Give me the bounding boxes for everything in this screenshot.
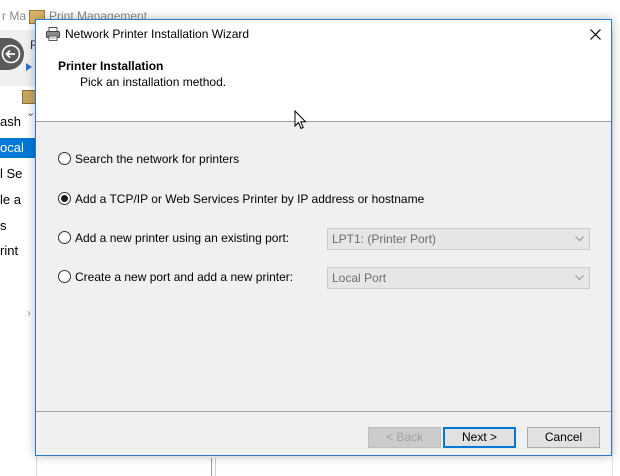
tree-item-label: rint xyxy=(0,243,19,258)
chevron-right-icon[interactable]: › xyxy=(27,306,31,320)
tree-item-label: ocal xyxy=(0,140,24,155)
printer-icon xyxy=(46,27,60,41)
pane-splitter-shadow xyxy=(215,458,216,476)
dialog-titlebar[interactable]: Network Printer Installation Wizard xyxy=(36,20,611,49)
close-icon xyxy=(590,29,601,40)
tree-item-selected[interactable]: ocal xyxy=(0,138,36,158)
tree-item[interactable]: l Se xyxy=(0,164,36,184)
option-label: Add a TCP/IP or Web Services Printer by … xyxy=(75,192,425,206)
option-label: Search the network for printers xyxy=(75,152,240,166)
tree-item-label: ash xyxy=(0,114,21,129)
wizard-header: Printer Installation Pick an installatio… xyxy=(36,49,611,122)
tree-item-label: l Se xyxy=(0,166,23,181)
close-button[interactable] xyxy=(580,20,611,49)
next-button[interactable]: Next > xyxy=(443,427,516,448)
chevron-down-icon xyxy=(575,275,584,281)
tree-item[interactable]: s xyxy=(0,216,36,236)
option-label: Add a new printer using an existing port… xyxy=(75,231,290,245)
new-port-type-dropdown[interactable]: Local Port xyxy=(327,267,590,289)
cancel-button[interactable]: Cancel xyxy=(527,427,600,448)
new-port-type-value: Local Port xyxy=(332,271,387,285)
existing-port-dropdown[interactable]: LPT1: (Printer Port) xyxy=(327,228,590,250)
tree-item-label: le a xyxy=(0,192,21,207)
chevron-down-icon xyxy=(575,236,584,242)
tree-item-label: s xyxy=(0,218,7,233)
pane-splitter[interactable] xyxy=(211,458,212,476)
tree-item[interactable]: ash xyxy=(0,112,36,132)
existing-port-value: LPT1: (Printer Port) xyxy=(332,232,437,246)
option-label: Create a new port and add a new printer: xyxy=(75,270,294,284)
mouse-cursor-icon xyxy=(294,110,307,130)
back-button[interactable]: < Back xyxy=(368,427,441,448)
background-right-edge xyxy=(612,30,620,476)
wizard-page-title: Printer Installation xyxy=(58,59,164,73)
network-printer-wizard-dialog: Network Printer Installation Wizard Prin… xyxy=(35,19,612,456)
radio-add-tcpip[interactable] xyxy=(58,192,71,205)
radio-search-network[interactable] xyxy=(58,152,71,165)
background-title-fragment: r Ma xyxy=(2,9,26,23)
tree-item[interactable]: rint xyxy=(0,241,36,261)
tree-item[interactable]: le a xyxy=(0,190,36,210)
tree-root-icon xyxy=(22,90,36,104)
radio-existing-port[interactable] xyxy=(58,231,71,244)
radio-new-port[interactable] xyxy=(58,270,71,283)
wizard-page-subtitle: Pick an installation method. xyxy=(80,75,227,89)
footer-separator xyxy=(36,411,611,412)
dialog-title: Network Printer Installation Wizard xyxy=(65,27,250,41)
